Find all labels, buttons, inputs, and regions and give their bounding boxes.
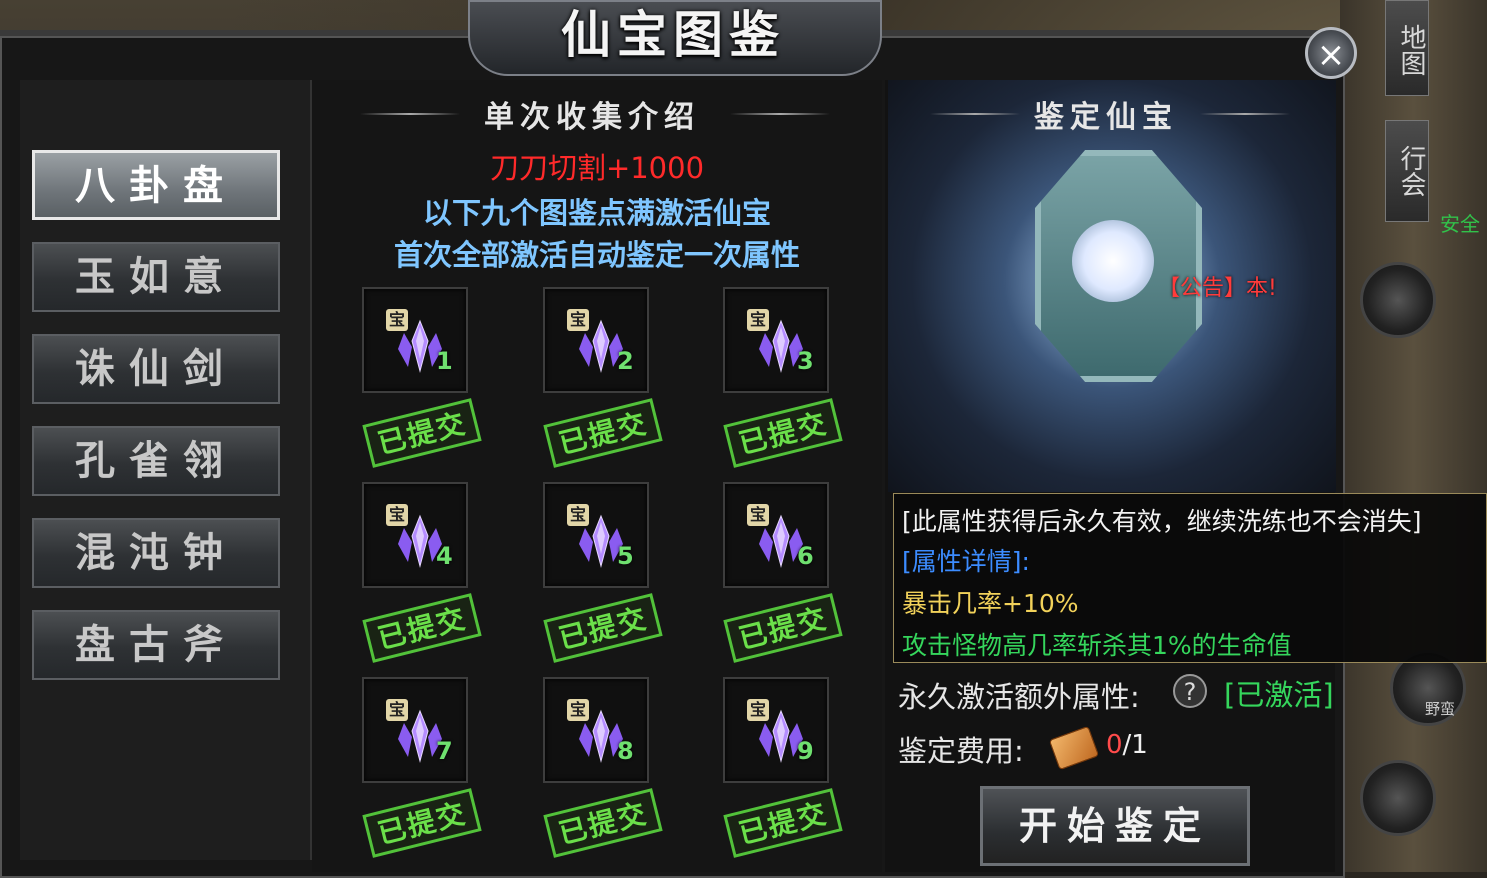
codex-slot[interactable]: 宝6 (723, 482, 829, 588)
codex-slot[interactable]: 宝2 (543, 287, 649, 393)
wild-skill-label: 野蛮 (1425, 700, 1456, 718)
collection-hint-2: 首次全部激活自动鉴定一次属性 (393, 238, 800, 272)
skill-orb-icon[interactable] (1360, 760, 1436, 836)
slot-number: 5 (617, 542, 634, 570)
treasure-nav: 八卦盘 玉如意 诛仙剑 孔雀翎 混沌钟 盘古斧 (20, 80, 312, 860)
help-icon[interactable]: ? (1173, 674, 1207, 708)
map-button[interactable]: 地图 (1385, 0, 1429, 96)
collection-hint-1: 以下九个图鉴点满激活仙宝 (422, 196, 771, 230)
amulet-mirror (1072, 220, 1154, 302)
codex-slot[interactable]: 宝9 (723, 677, 829, 783)
collection-title: 单次收集介绍 (484, 100, 700, 135)
extra-attr-status: [已激活] (1224, 678, 1334, 712)
nav-item-kongque[interactable]: 孔雀翎 (32, 426, 280, 496)
slot-number: 8 (617, 737, 634, 765)
divider-ornament (1200, 113, 1290, 115)
codex-slot[interactable]: 宝7 (362, 677, 468, 783)
slot-number: 7 (436, 737, 453, 765)
slot-number: 3 (797, 347, 814, 375)
codex-slot[interactable]: 宝1 (362, 287, 468, 393)
slot-number: 9 (797, 737, 814, 765)
slot-number: 4 (436, 542, 453, 570)
tooltip-heading: [属性详情]: (902, 547, 1030, 576)
slot-number: 1 (436, 347, 453, 375)
nav-item-pangu[interactable]: 盘古斧 (32, 610, 280, 680)
nav-item-zhuxian[interactable]: 诛仙剑 (32, 334, 280, 404)
tooltip-execute: 攻击怪物高几率斩杀其1%的生命值 (902, 631, 1292, 660)
attribute-tooltip: [此属性获得后永久有效，继续洗练也不会消失] [属性详情]: 暴击几率+10% … (893, 493, 1487, 663)
start-appraise-button[interactable]: 开始鉴定 (980, 786, 1250, 866)
codex-slot[interactable]: 宝5 (543, 482, 649, 588)
codex-slot[interactable]: 宝8 (543, 677, 649, 783)
codex-slot[interactable]: 宝3 (723, 287, 829, 393)
skill-orb-icon[interactable] (1360, 262, 1436, 338)
nav-item-ruyi[interactable]: 玉如意 (32, 242, 280, 312)
tooltip-crit: 暴击几率+10% (902, 589, 1079, 618)
appraise-title: 鉴定仙宝 (1034, 100, 1178, 135)
divider-ornament (930, 113, 1020, 115)
slot-number: 6 (797, 542, 814, 570)
cost-have: 0 (1106, 730, 1123, 760)
cost-amount: 0/1 (1106, 730, 1148, 760)
extra-attr-label: 永久激活额外属性: (898, 680, 1140, 714)
cost-label: 鉴定费用: (898, 734, 1024, 768)
panel-title: 仙宝图鉴 (561, 5, 785, 64)
safe-zone-label: 安全 (1440, 212, 1480, 236)
tooltip-note: [此属性获得后永久有效，继续洗练也不会消失] (902, 507, 1422, 536)
divider-ornament (360, 113, 460, 115)
collection-bonus: 刀刀切割+1000 (489, 151, 705, 185)
divider-ornament (730, 113, 830, 115)
nav-item-bagua[interactable]: 八卦盘 (32, 150, 280, 220)
guild-button[interactable]: 行会 (1385, 120, 1429, 222)
codex-slot[interactable]: 宝4 (362, 482, 468, 588)
announcement-text: 【公告】本! (1158, 276, 1277, 301)
cost-need: /1 (1122, 730, 1148, 760)
nav-item-hundun[interactable]: 混沌钟 (32, 518, 280, 588)
slot-number: 2 (617, 347, 634, 375)
close-button[interactable]: × (1305, 27, 1357, 79)
